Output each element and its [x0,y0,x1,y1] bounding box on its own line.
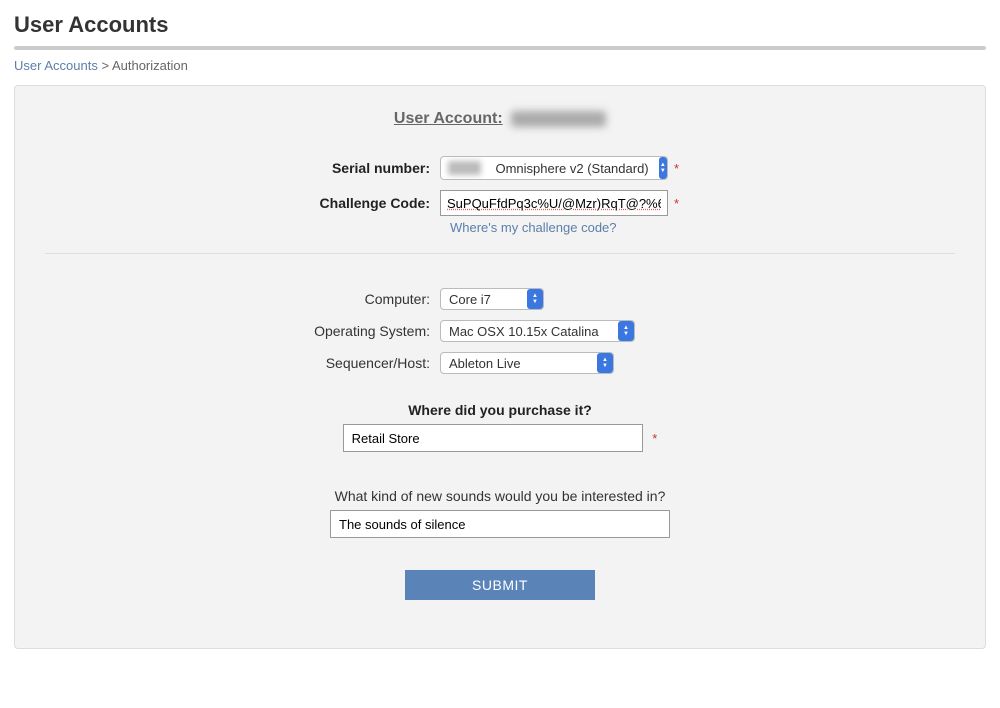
user-account-heading: User Account: [45,110,955,128]
chevron-updown-icon [618,321,634,341]
sequencer-row: Sequencer/Host: Ableton Live [45,352,955,374]
challenge-row: Challenge Code: * [45,190,955,216]
sequencer-value: Ableton Live [441,356,531,371]
challenge-help-row: Where's my challenge code? [450,220,955,235]
chevron-updown-icon [659,157,667,179]
section-separator [45,253,955,254]
purchase-input[interactable] [343,424,643,452]
submit-row: SUBMIT [45,570,955,600]
computer-select[interactable]: Core i7 [440,288,544,310]
breadcrumb-current: Authorization [112,58,188,73]
os-value: Mac OSX 10.15x Catalina [441,324,609,339]
submit-button[interactable]: SUBMIT [405,570,595,600]
page-title: User Accounts [0,0,1000,46]
sounds-input[interactable] [330,510,670,538]
purchase-question: Where did you purchase it? [45,402,955,418]
os-row: Operating System: Mac OSX 10.15x Catalin… [45,320,955,342]
breadcrumb-separator: > [101,58,109,73]
sequencer-select[interactable]: Ableton Live [440,352,614,374]
computer-row: Computer: Core i7 [45,288,955,310]
required-mark: * [674,196,679,211]
breadcrumb-root-link[interactable]: User Accounts [14,58,98,73]
challenge-label: Challenge Code: [45,195,440,211]
os-select[interactable]: Mac OSX 10.15x Catalina [440,320,635,342]
computer-value: Core i7 [441,292,501,307]
required-mark: * [674,161,679,176]
purchase-field: * [45,424,955,452]
breadcrumb: User Accounts > Authorization [0,58,1000,85]
required-mark: * [652,431,657,446]
user-account-label: User Account: [394,110,503,127]
chevron-updown-icon [527,289,543,309]
challenge-code-input[interactable] [440,190,668,216]
user-account-name-redacted [511,111,606,127]
challenge-help-link[interactable]: Where's my challenge code? [450,220,617,235]
sounds-question: What kind of new sounds would you be int… [45,488,955,504]
computer-label: Computer: [45,291,440,307]
authorization-panel: User Account: Serial number: Omnisphere … [14,85,986,649]
page-rule [14,46,986,50]
serial-product-text: Omnisphere v2 (Standard) [487,161,658,176]
chevron-updown-icon [597,353,613,373]
sounds-field [45,510,955,538]
serial-select[interactable]: Omnisphere v2 (Standard) [440,156,668,180]
serial-label: Serial number: [45,160,440,176]
os-label: Operating System: [45,323,440,339]
serial-number-redacted [448,161,481,175]
sequencer-label: Sequencer/Host: [45,355,440,371]
serial-row: Serial number: Omnisphere v2 (Standard) … [45,156,955,180]
